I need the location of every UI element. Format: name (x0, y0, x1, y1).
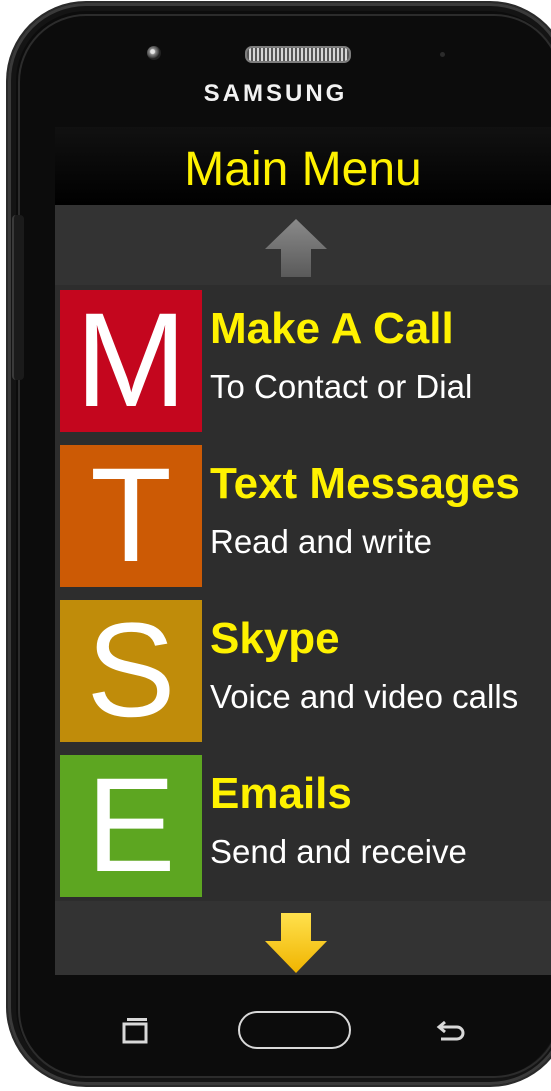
menu-item-title: Make A Call (210, 304, 454, 353)
menu-item-subtitle: Send and receive (210, 833, 467, 870)
menu-item-title: Emails (210, 769, 352, 818)
menu-item-skype[interactable]: S Skype Voice and video calls (55, 595, 551, 750)
tile-letter: S (86, 596, 176, 745)
brand-logo: SAMSUNG (203, 80, 348, 107)
recent-apps-icon[interactable] (121, 1016, 151, 1044)
menu-item-title: Text Messages (210, 459, 520, 508)
menu-item-make-a-call[interactable]: M Make A Call To Contact or Dial (55, 285, 551, 440)
screen: Main Menu M Make A Call To Contact or Di… (55, 127, 551, 975)
home-button[interactable] (238, 1011, 351, 1049)
menu-item-subtitle: To Contact or Dial (210, 368, 473, 405)
menu-item-subtitle: Read and write (210, 523, 432, 560)
tile-letter: M (75, 286, 187, 435)
tile-skype: S (60, 600, 202, 742)
menu-item-subtitle: Voice and video calls (210, 678, 519, 715)
front-camera-icon (147, 46, 161, 60)
tile-letter: E (86, 751, 176, 900)
menu-item-emails[interactable]: E Emails Send and receive (55, 750, 551, 905)
tile-make-a-call: M (60, 290, 202, 432)
tile-letter: T (90, 441, 172, 590)
proximity-sensor (440, 52, 445, 57)
menu-item-title: Skype (210, 614, 340, 663)
menu-item-text-messages[interactable]: T Text Messages Read and write (55, 440, 551, 595)
tile-emails: E (60, 755, 202, 897)
title-bar: Main Menu (55, 127, 551, 205)
down-arrow-icon[interactable] (263, 911, 329, 975)
up-arrow-icon[interactable] (263, 217, 329, 279)
earpiece-speaker (245, 46, 351, 63)
tile-text-messages: T (60, 445, 202, 587)
volume-button (12, 215, 24, 380)
back-icon[interactable] (435, 1016, 467, 1044)
page-title: Main Menu (184, 143, 422, 196)
